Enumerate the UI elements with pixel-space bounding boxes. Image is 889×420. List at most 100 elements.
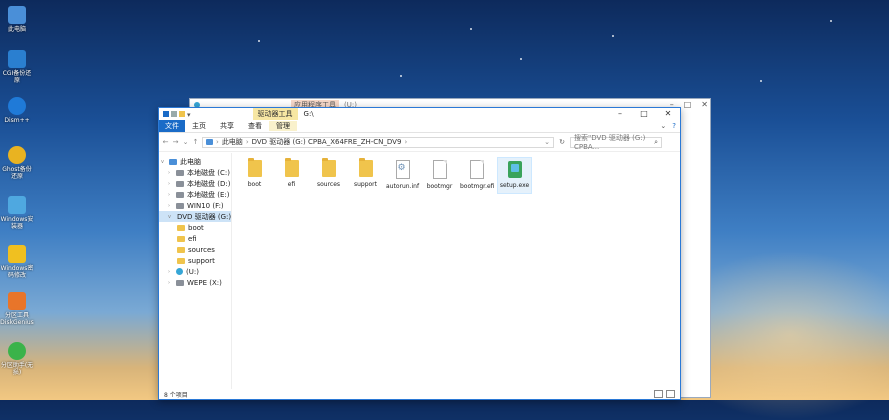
nav-item-drive-d[interactable]: › 本地磁盘 (D:): [159, 178, 231, 189]
tab-manage[interactable]: 管理: [269, 121, 297, 131]
maximize-button[interactable]: □: [632, 108, 656, 120]
desktop-icon-label: Windows密码修改: [0, 265, 34, 279]
tab-file[interactable]: 文件: [159, 120, 185, 132]
drive-icon: [176, 180, 184, 187]
desktop-icon-password[interactable]: Windows密码修改: [0, 245, 34, 279]
computer-icon: [8, 6, 26, 24]
desktop-icon-this-pc[interactable]: 此电脑: [0, 6, 34, 33]
file-item-efi[interactable]: efi: [275, 157, 308, 192]
file-item-autorun[interactable]: autorun.inf: [386, 157, 419, 192]
tab-share[interactable]: 共享: [213, 121, 241, 131]
desktop-icon-windows-installer[interactable]: Windows安装器: [0, 196, 34, 230]
collapse-chevron-icon[interactable]: ›: [168, 170, 173, 176]
large-icons-view-icon[interactable]: [666, 390, 675, 398]
nav-item-boot[interactable]: boot: [159, 222, 231, 233]
item-count: 8 个项目: [164, 391, 188, 399]
breadcrumb-this-pc[interactable]: 此电脑: [222, 137, 243, 147]
help-icon[interactable]: ?: [672, 122, 676, 130]
nav-item-sources[interactable]: sources: [159, 244, 231, 255]
navigation-pane: v 此电脑 › 本地磁盘 (C:) › 本地磁盘 (D:) › 本地磁盘 (E:…: [159, 153, 232, 389]
nav-item-this-pc[interactable]: v 此电脑: [159, 156, 231, 167]
star: [612, 35, 614, 37]
drive-icon: [176, 202, 184, 209]
collapse-chevron-icon[interactable]: ›: [168, 203, 173, 209]
address-dropdown-icon[interactable]: ⌄: [544, 138, 550, 146]
desktop-icon-dism[interactable]: Dism++: [0, 97, 34, 124]
file-icon: [469, 160, 484, 179]
file-icon: [432, 160, 447, 179]
nav-item-efi[interactable]: efi: [159, 233, 231, 244]
close-button[interactable]: ✕: [656, 108, 680, 120]
back-arrow-icon[interactable]: ←: [162, 138, 169, 146]
file-item-support[interactable]: support: [349, 157, 382, 192]
collapse-chevron-icon[interactable]: ›: [168, 181, 173, 187]
star: [830, 20, 832, 22]
ribbon: 文件 主页 共享 查看 管理 ⌄ ?: [159, 120, 680, 133]
close-icon[interactable]: ✕: [701, 100, 708, 109]
file-item-boot[interactable]: boot: [238, 157, 271, 192]
tool-tab[interactable]: 驱动器工具: [252, 108, 298, 120]
file-item-setup-exe[interactable]: setup.exe: [497, 157, 532, 194]
file-item-sources[interactable]: sources: [312, 157, 345, 192]
explorer-icon[interactable]: [163, 111, 169, 117]
search-icon: ⌕: [654, 137, 658, 146]
nav-item-drive-u[interactable]: › (U:): [159, 266, 231, 277]
desktop-icon-label: Ghost备份还原: [2, 166, 32, 180]
folder-icon: [358, 158, 373, 177]
expand-chevron-icon[interactable]: v: [161, 159, 166, 165]
desktop-icon-partition-assistant[interactable]: 分区助手(无损): [0, 342, 34, 376]
properties-icon[interactable]: [171, 111, 177, 117]
desktop-icon-label: 此电脑: [7, 26, 26, 33]
bg-right-pane: [679, 111, 710, 397]
file-list: boot efi sources support autorun.inf boo…: [232, 153, 680, 389]
title-bar: ▾ 驱动器工具 G:\ – □ ✕: [159, 108, 680, 120]
desktop-icon-diskgenius[interactable]: 分区工具DiskGenius: [0, 292, 34, 326]
customize-chevron-icon[interactable]: ▾: [187, 111, 191, 119]
nav-item-support[interactable]: support: [159, 255, 231, 266]
new-folder-icon[interactable]: [179, 111, 185, 117]
collapse-chevron-icon[interactable]: ›: [168, 280, 173, 286]
status-bar: 8 个项目: [159, 389, 680, 399]
file-item-bootmgr-efi[interactable]: bootmgr.efi: [460, 157, 494, 192]
up-arrow-icon[interactable]: ↑: [192, 138, 199, 146]
breadcrumb-dvd-drive[interactable]: DVD 驱动器 (G:) CPBA_X64FRE_ZH-CN_DV9: [252, 137, 402, 147]
tab-home[interactable]: 主页: [185, 121, 213, 131]
explorer-window[interactable]: ▾ 驱动器工具 G:\ – □ ✕ 文件 主页 共享 查看 管理 ⌄ ? ← →…: [158, 107, 681, 400]
address-bar[interactable]: › 此电脑 › DVD 驱动器 (G:) CPBA_X64FRE_ZH-CN_D…: [202, 136, 554, 148]
nav-item-drive-f[interactable]: › WIN10 (F:): [159, 200, 231, 211]
folder-icon: [247, 158, 262, 177]
desktop-icon-label: 分区助手(无损): [0, 362, 34, 376]
collapse-chevron-icon[interactable]: ›: [168, 192, 173, 198]
search-box[interactable]: 搜索"DVD 驱动器 (G:) CPBA... ⌕: [570, 134, 662, 151]
details-view-icon[interactable]: [654, 390, 663, 398]
quick-access-toolbar: ▾: [159, 111, 191, 119]
refresh-icon[interactable]: ↻: [557, 138, 567, 146]
installer-icon: [8, 196, 26, 214]
desktop-icon-ghost[interactable]: Ghost备份还原: [0, 146, 34, 180]
chevron-down-icon[interactable]: ⌄: [660, 122, 666, 130]
maximize-icon[interactable]: □: [684, 100, 692, 109]
nav-item-dvd-drive[interactable]: v DVD 驱动器 (G:) C: [159, 211, 231, 222]
collapse-chevron-icon[interactable]: ›: [168, 269, 173, 275]
minimize-button[interactable]: –: [608, 108, 632, 120]
search-placeholder: 搜索"DVD 驱动器 (G:) CPBA...: [574, 134, 646, 151]
recent-chevron-icon[interactable]: ⌄: [182, 138, 189, 146]
nav-item-drive-e[interactable]: › 本地磁盘 (E:): [159, 189, 231, 200]
nav-item-drive-x[interactable]: › WEPE (X:): [159, 277, 231, 288]
forward-arrow-icon[interactable]: →: [172, 138, 179, 146]
folder-icon: [284, 158, 299, 177]
star: [400, 75, 402, 77]
nav-item-drive-c[interactable]: › 本地磁盘 (C:): [159, 167, 231, 178]
folder-icon: [177, 246, 185, 253]
desktop-icon-label: CGI备份还原: [2, 70, 32, 84]
star: [258, 40, 260, 42]
file-item-bootmgr[interactable]: bootmgr: [423, 157, 456, 192]
window-title: G:\: [303, 110, 314, 118]
desktop-icon-cgi[interactable]: CGI备份还原: [0, 50, 34, 84]
folder-icon: [177, 257, 185, 264]
desktop-icon-label: Windows安装器: [0, 216, 34, 230]
tab-view[interactable]: 查看: [241, 121, 269, 131]
expand-chevron-icon[interactable]: v: [168, 214, 171, 220]
star: [470, 28, 472, 30]
ribbon-help: ⌄ ?: [660, 122, 680, 130]
